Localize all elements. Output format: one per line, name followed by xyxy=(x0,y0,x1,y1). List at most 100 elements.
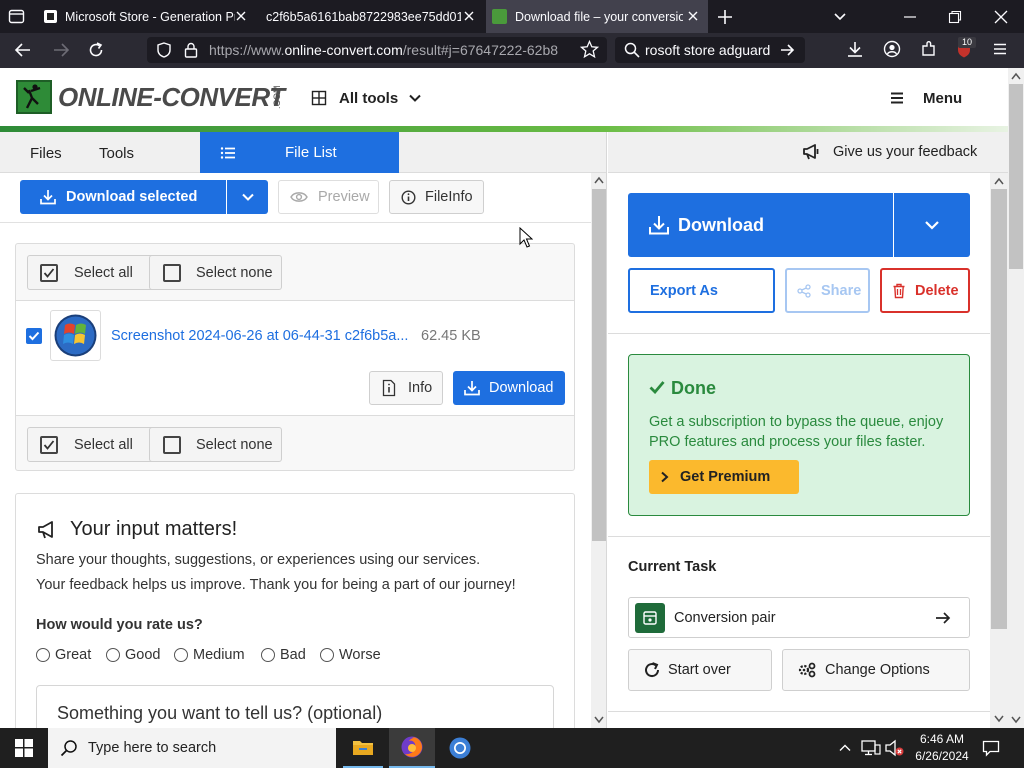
scrollbar-thumb[interactable] xyxy=(1009,84,1023,269)
share-label: Share xyxy=(821,282,862,299)
app-menu-icon[interactable] xyxy=(991,40,1009,58)
feedback-link[interactable]: Give us your feedback xyxy=(608,132,1008,173)
scroll-up-icon[interactable] xyxy=(594,176,604,184)
tab-title: c2f6b5a6161bab8722983ee75dd0159 xyxy=(266,9,461,24)
forward-icon[interactable] xyxy=(52,41,70,59)
change-options-button[interactable]: Change Options xyxy=(782,649,970,691)
site-logo[interactable]: ONLINE-CONVERT .COM xyxy=(16,79,290,115)
download-selected-dropdown[interactable] xyxy=(227,180,268,214)
network-icon[interactable] xyxy=(861,739,881,757)
minimize-window-icon[interactable] xyxy=(902,9,918,25)
online-convert-favicon xyxy=(492,9,507,24)
tab-download-file[interactable]: Download file – your conversion xyxy=(486,0,708,33)
preview-button[interactable]: Preview xyxy=(278,180,379,214)
main-download-label: Download xyxy=(678,214,764,235)
rating-label: Worse xyxy=(339,647,381,663)
firefox-taskbar-icon[interactable] xyxy=(389,728,435,768)
right-scrollbar[interactable] xyxy=(990,173,1008,728)
select-all-button-bottom[interactable]: Select all xyxy=(27,427,155,462)
feedback-card: Your input matters! Share your thoughts,… xyxy=(15,493,575,728)
restore-window-icon[interactable] xyxy=(947,9,963,25)
share-button[interactable]: Share xyxy=(785,268,870,313)
windows-start-icon[interactable] xyxy=(15,739,33,757)
download-selected-label: Download selected xyxy=(66,189,198,205)
scroll-down-icon[interactable] xyxy=(1011,716,1021,724)
taskbar-search-box[interactable]: Type here to search xyxy=(48,728,336,768)
conversion-pair-label: Conversion pair xyxy=(674,609,776,626)
select-none-button-top[interactable]: Select none xyxy=(149,255,282,290)
feedback-textarea[interactable]: Something you want to tell us? (optional… xyxy=(36,685,554,728)
taskbar-search-placeholder: Type here to search xyxy=(88,740,217,756)
export-as-button[interactable]: Export As xyxy=(628,268,775,313)
file-thumbnail xyxy=(50,310,101,361)
conversion-pair-button[interactable]: Conversion pair xyxy=(628,597,970,638)
restart-icon xyxy=(643,661,661,679)
extensions-icon[interactable] xyxy=(920,40,938,58)
delete-button[interactable]: Delete xyxy=(880,268,970,313)
rating-bad[interactable]: Bad xyxy=(261,647,306,663)
tab-title: Download file – your conversion xyxy=(515,9,683,24)
tracking-protection-icon[interactable] xyxy=(155,41,173,59)
fileinfo-button[interactable]: FileInfo xyxy=(389,180,484,214)
tab-overview-icon[interactable] xyxy=(8,8,25,25)
back-icon[interactable] xyxy=(14,41,32,59)
main-download-button[interactable]: Download xyxy=(628,193,893,257)
grid-icon xyxy=(311,90,327,106)
rating-great[interactable]: Great xyxy=(36,647,91,663)
file-download-button[interactable]: Download xyxy=(453,371,565,405)
select-none-button-bottom[interactable]: Select none xyxy=(149,427,282,462)
file-explorer-icon[interactable] xyxy=(343,728,383,768)
notification-center-icon[interactable] xyxy=(982,739,1000,757)
start-over-label: Start over xyxy=(668,662,731,678)
show-hidden-icons-icon[interactable] xyxy=(838,741,852,755)
all-tools-button[interactable]: All tools xyxy=(311,87,423,109)
scrollbar-thumb[interactable] xyxy=(991,189,1007,629)
rating-good[interactable]: Good xyxy=(106,647,160,663)
feedback-title: Your input matters! xyxy=(70,518,238,540)
get-premium-button[interactable]: Get Premium xyxy=(649,460,799,494)
close-tab-icon[interactable] xyxy=(462,9,476,23)
file-name-link[interactable]: Screenshot 2024-06-26 at 06-44-31 c2f6b5… xyxy=(111,328,408,344)
file-checkbox[interactable] xyxy=(26,328,42,344)
rating-worse[interactable]: Worse xyxy=(320,647,381,663)
rating-medium[interactable]: Medium xyxy=(174,647,245,663)
scroll-up-icon[interactable] xyxy=(1011,72,1021,80)
chrome-taskbar-icon[interactable] xyxy=(440,728,480,768)
file-info-button[interactable]: Info xyxy=(369,371,443,405)
clock-date[interactable]: 6/26/2024 xyxy=(906,749,978,763)
reload-icon[interactable] xyxy=(87,41,105,59)
tab-tools[interactable]: Tools xyxy=(99,145,134,162)
url-text[interactable]: https://www.online-convert.com/result#j=… xyxy=(209,42,567,60)
logo-mark-icon xyxy=(16,80,52,114)
done-box: Done Get a subscription to bypass the qu… xyxy=(628,354,970,516)
start-over-button[interactable]: Start over xyxy=(628,649,772,691)
select-all-button-top[interactable]: Select all xyxy=(27,255,155,290)
main-download-dropdown[interactable] xyxy=(894,193,970,257)
scrollbar-thumb[interactable] xyxy=(592,189,606,541)
tab-files[interactable]: Files xyxy=(30,145,62,162)
downloads-icon[interactable] xyxy=(846,40,864,58)
menu-button[interactable]: Menu xyxy=(889,87,969,109)
lock-icon[interactable] xyxy=(183,41,199,59)
radio-icon xyxy=(261,648,275,662)
clock-time[interactable]: 6:46 AM xyxy=(912,732,972,746)
close-window-icon[interactable] xyxy=(993,9,1009,25)
feedback-line2: Your feedback helps us improve. Thank yo… xyxy=(36,577,516,593)
close-tab-icon[interactable] xyxy=(234,9,248,23)
bookmark-star-icon[interactable] xyxy=(580,40,599,59)
tab-microsoft-store[interactable]: Microsoft Store - Generation Pro xyxy=(34,0,256,33)
tab-file-list[interactable]: File List xyxy=(200,132,399,173)
list-all-tabs-icon[interactable] xyxy=(832,9,848,25)
volume-muted-icon[interactable] xyxy=(885,739,905,757)
account-icon[interactable] xyxy=(883,40,901,58)
download-selected-button[interactable]: Download selected xyxy=(20,180,226,214)
new-tab-icon[interactable] xyxy=(716,8,734,26)
scroll-up-icon[interactable] xyxy=(994,177,1004,185)
scroll-down-icon[interactable] xyxy=(994,715,1004,723)
page-scrollbar[interactable] xyxy=(1008,68,1024,728)
scroll-down-icon[interactable] xyxy=(594,716,604,724)
close-tab-icon[interactable] xyxy=(686,9,700,23)
tab-hash-file[interactable]: c2f6b5a6161bab8722983ee75dd0159 xyxy=(258,0,484,33)
left-scrollbar[interactable] xyxy=(591,173,606,728)
chevron-down-icon xyxy=(408,91,422,105)
